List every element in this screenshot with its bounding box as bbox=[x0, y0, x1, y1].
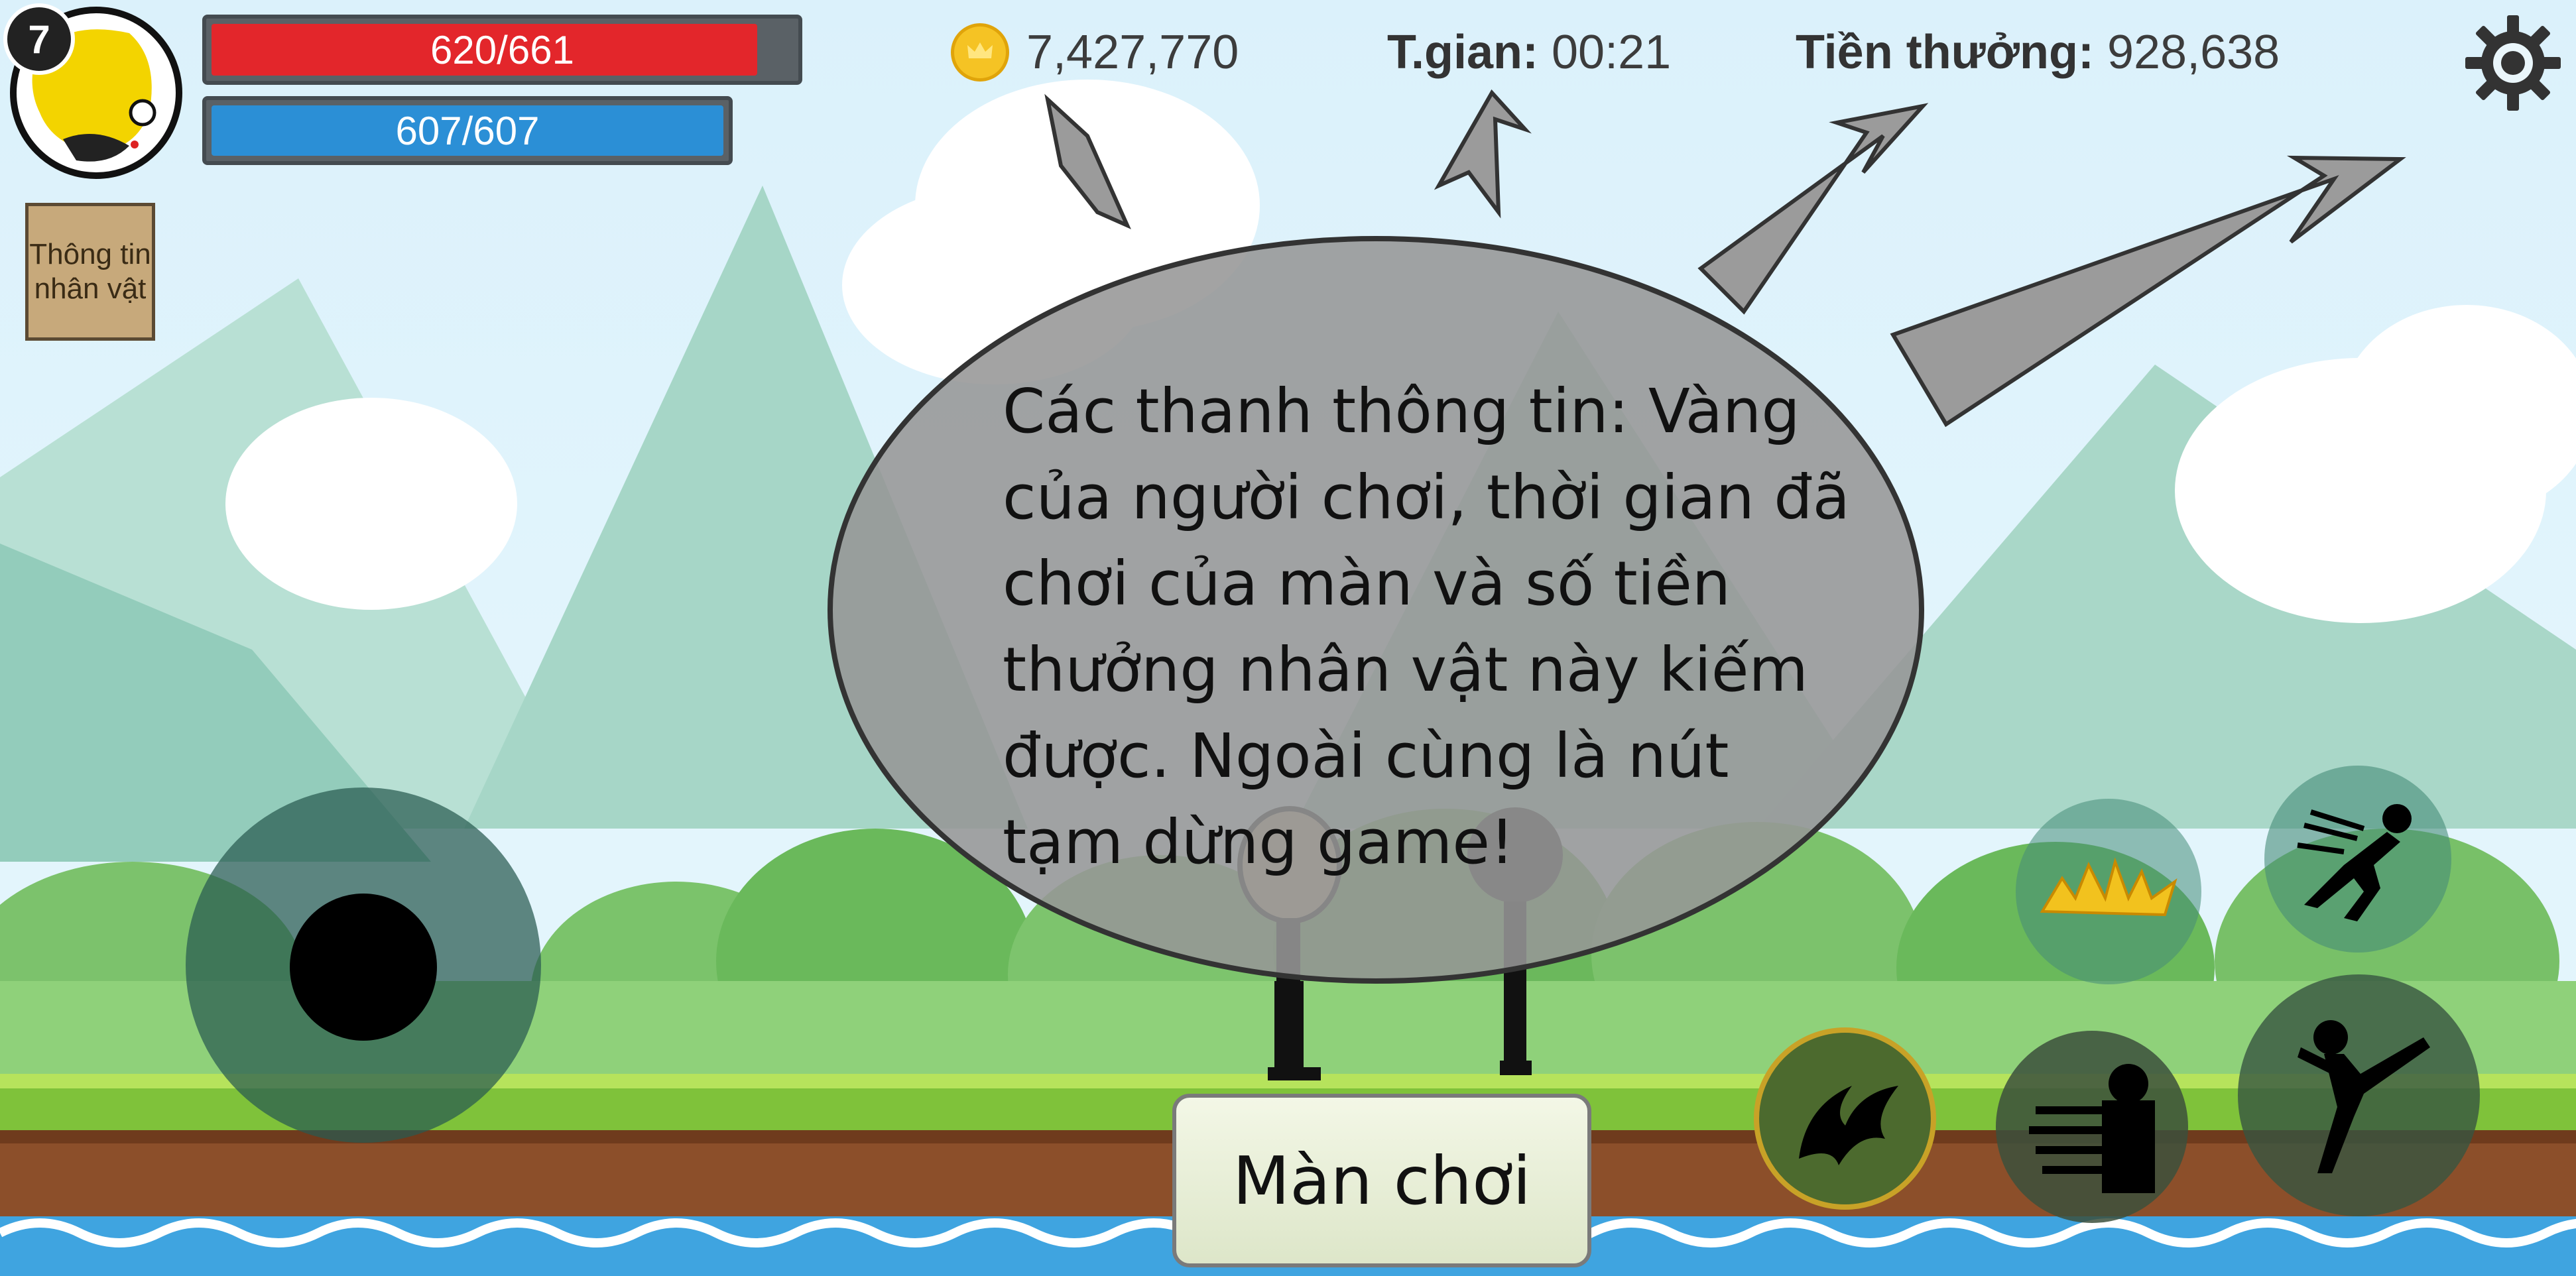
multi-punch-icon bbox=[2029, 1064, 2155, 1193]
reward-display: Tiền thưởng: 928,638 bbox=[1796, 25, 2280, 80]
character-info-label-line1: Thông tin bbox=[29, 238, 151, 270]
flame-burst-icon bbox=[2040, 857, 2177, 917]
mp-text: 607/607 bbox=[395, 108, 540, 153]
gear-icon[interactable] bbox=[2463, 13, 2563, 113]
game-screen: 7 620/661 607/607 Thông tin nhân vật 7,4… bbox=[0, 0, 2576, 1276]
tutorial-message: Các thanh thông tin: Vàng của người chơi… bbox=[1003, 376, 1850, 878]
time-label: T.gian: bbox=[1387, 26, 1538, 79]
mp-bar: 607/607 bbox=[202, 96, 733, 165]
cloud bbox=[225, 398, 517, 610]
character-info-button[interactable]: Thông tin nhân vật bbox=[25, 203, 155, 341]
gold-amount: 7,427,770 bbox=[1026, 26, 1239, 79]
skill-button-flame-burst[interactable] bbox=[2016, 799, 2201, 984]
attack-button[interactable] bbox=[2238, 974, 2480, 1216]
reward-label: Tiền thưởng: bbox=[1796, 26, 2094, 79]
hp-text: 620/661 bbox=[430, 27, 574, 72]
skill-button-dash[interactable] bbox=[2264, 766, 2451, 953]
character-info-label-line2: nhân vật bbox=[34, 272, 147, 305]
skill-button-fire-swirl[interactable] bbox=[1754, 1027, 1936, 1210]
dash-silhouette-icon bbox=[2297, 804, 2412, 921]
reward-value: 928,638 bbox=[2107, 26, 2280, 79]
pointer-arrow bbox=[1697, 103, 1929, 315]
joystick-knob[interactable] bbox=[290, 894, 437, 1041]
level-badge: 7 bbox=[3, 3, 75, 75]
coin-icon bbox=[951, 23, 1009, 82]
time-value: 00:21 bbox=[1552, 26, 1672, 79]
flying-kick-icon bbox=[2298, 1020, 2430, 1173]
skill-button-multi-punch[interactable] bbox=[1996, 1031, 2188, 1223]
fire-swirl-icon bbox=[1799, 1086, 1898, 1165]
time-display: T.gian: 00:21 bbox=[1387, 25, 1671, 80]
level-select-button[interactable]: Màn chơi bbox=[1172, 1094, 1591, 1267]
pointer-arrow bbox=[1434, 89, 1532, 219]
hp-bar: 620/661 bbox=[202, 15, 802, 85]
